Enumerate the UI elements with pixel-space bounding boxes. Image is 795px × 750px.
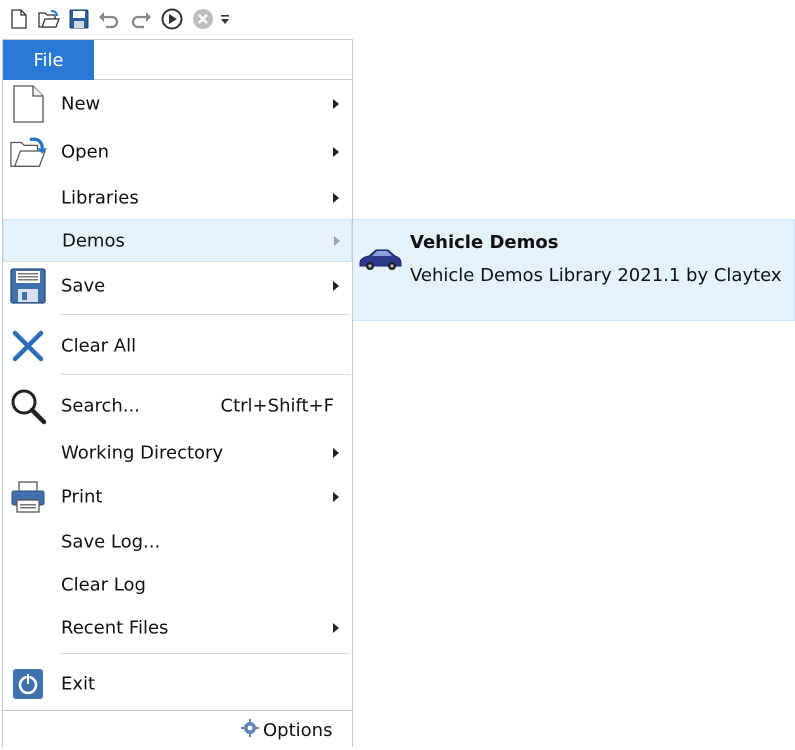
submenu-item-description: Vehicle Demos Library 2021.1 by Claytex (410, 265, 782, 286)
quick-access-toolbar (0, 0, 795, 38)
run-icon[interactable] (161, 8, 183, 30)
menu-item-label: Demos (62, 230, 125, 251)
customize-dropdown-icon[interactable] (218, 8, 232, 30)
menu-item-label: Working Directory (61, 442, 224, 464)
exit-power-icon (9, 665, 47, 703)
submenu-arrow-icon (333, 492, 339, 502)
new-icon[interactable] (8, 8, 30, 30)
menu-item-search[interactable]: Search... Ctrl+Shift+F (3, 380, 352, 432)
save-icon[interactable] (68, 8, 90, 30)
submenu-arrow-icon (333, 448, 339, 458)
redo-icon[interactable] (130, 8, 152, 30)
new-document-icon (9, 85, 47, 123)
menu-separator (60, 374, 350, 375)
menu-footer: Options (3, 710, 352, 748)
car-icon (358, 246, 402, 272)
menu-item-label: Libraries (61, 187, 139, 208)
submenu-item-title: Vehicle Demos (410, 232, 559, 253)
options-button[interactable]: Options (241, 719, 332, 741)
stop-icon[interactable] (192, 8, 214, 30)
submenu-arrow-icon (333, 99, 339, 109)
menu-item-recent-files[interactable]: Recent Files (3, 606, 352, 650)
open-folder-icon (9, 133, 47, 171)
menu-item-exit[interactable]: Exit (3, 660, 352, 708)
menu-item-open[interactable]: Open (3, 128, 352, 176)
submenu-arrow-icon (333, 281, 339, 291)
file-tab[interactable]: File (3, 40, 94, 80)
submenu-arrow-icon (334, 235, 340, 246)
menu-item-label: Save (61, 275, 106, 297)
options-label: Options (263, 719, 333, 741)
menu-item-label: Save Log... (61, 531, 161, 553)
menu-item-label: Recent Files (61, 617, 169, 639)
menu-item-clear-log[interactable]: Clear Log (3, 564, 352, 606)
menu-item-label: Clear Log (61, 574, 146, 596)
save-disk-icon (9, 267, 47, 305)
menu-item-label: New (61, 93, 101, 115)
gear-icon (241, 719, 259, 741)
menu-item-label: Exit (61, 673, 96, 695)
menu-item-print[interactable]: Print (3, 474, 352, 520)
menu-item-working-directory[interactable]: Working Directory (3, 432, 352, 474)
menu-item-save[interactable]: Save (3, 262, 352, 310)
menu-separator (60, 314, 350, 315)
submenu-arrow-icon (333, 192, 339, 203)
printer-icon (9, 478, 47, 516)
undo-icon[interactable] (98, 8, 120, 30)
menu-item-new[interactable]: New (3, 80, 352, 128)
menu-item-libraries[interactable]: Libraries (3, 176, 352, 219)
open-icon[interactable] (38, 8, 60, 30)
search-icon (9, 387, 47, 425)
menu-item-save-log[interactable]: Save Log... (3, 520, 352, 564)
submenu-arrow-icon (333, 147, 339, 157)
file-tab-label: File (33, 49, 64, 71)
clear-all-icon (9, 327, 47, 365)
menu-item-label: Search... (61, 395, 141, 417)
menu-item-shortcut: Ctrl+Shift+F (220, 395, 334, 417)
demos-submenu: Vehicle Demos Vehicle Demos Library 2021… (353, 219, 795, 321)
submenu-item-vehicle-demos[interactable]: Vehicle Demos Vehicle Demos Library 2021… (353, 220, 795, 320)
menu-item-label: Clear All (61, 335, 137, 357)
menu-item-label: Print (61, 486, 103, 508)
submenu-arrow-icon (333, 623, 339, 633)
menu-separator (60, 653, 350, 654)
menu-item-clear-all[interactable]: Clear All (3, 320, 352, 372)
menu-item-demos[interactable]: Demos (3, 219, 352, 262)
menu-item-label: Open (61, 141, 110, 163)
